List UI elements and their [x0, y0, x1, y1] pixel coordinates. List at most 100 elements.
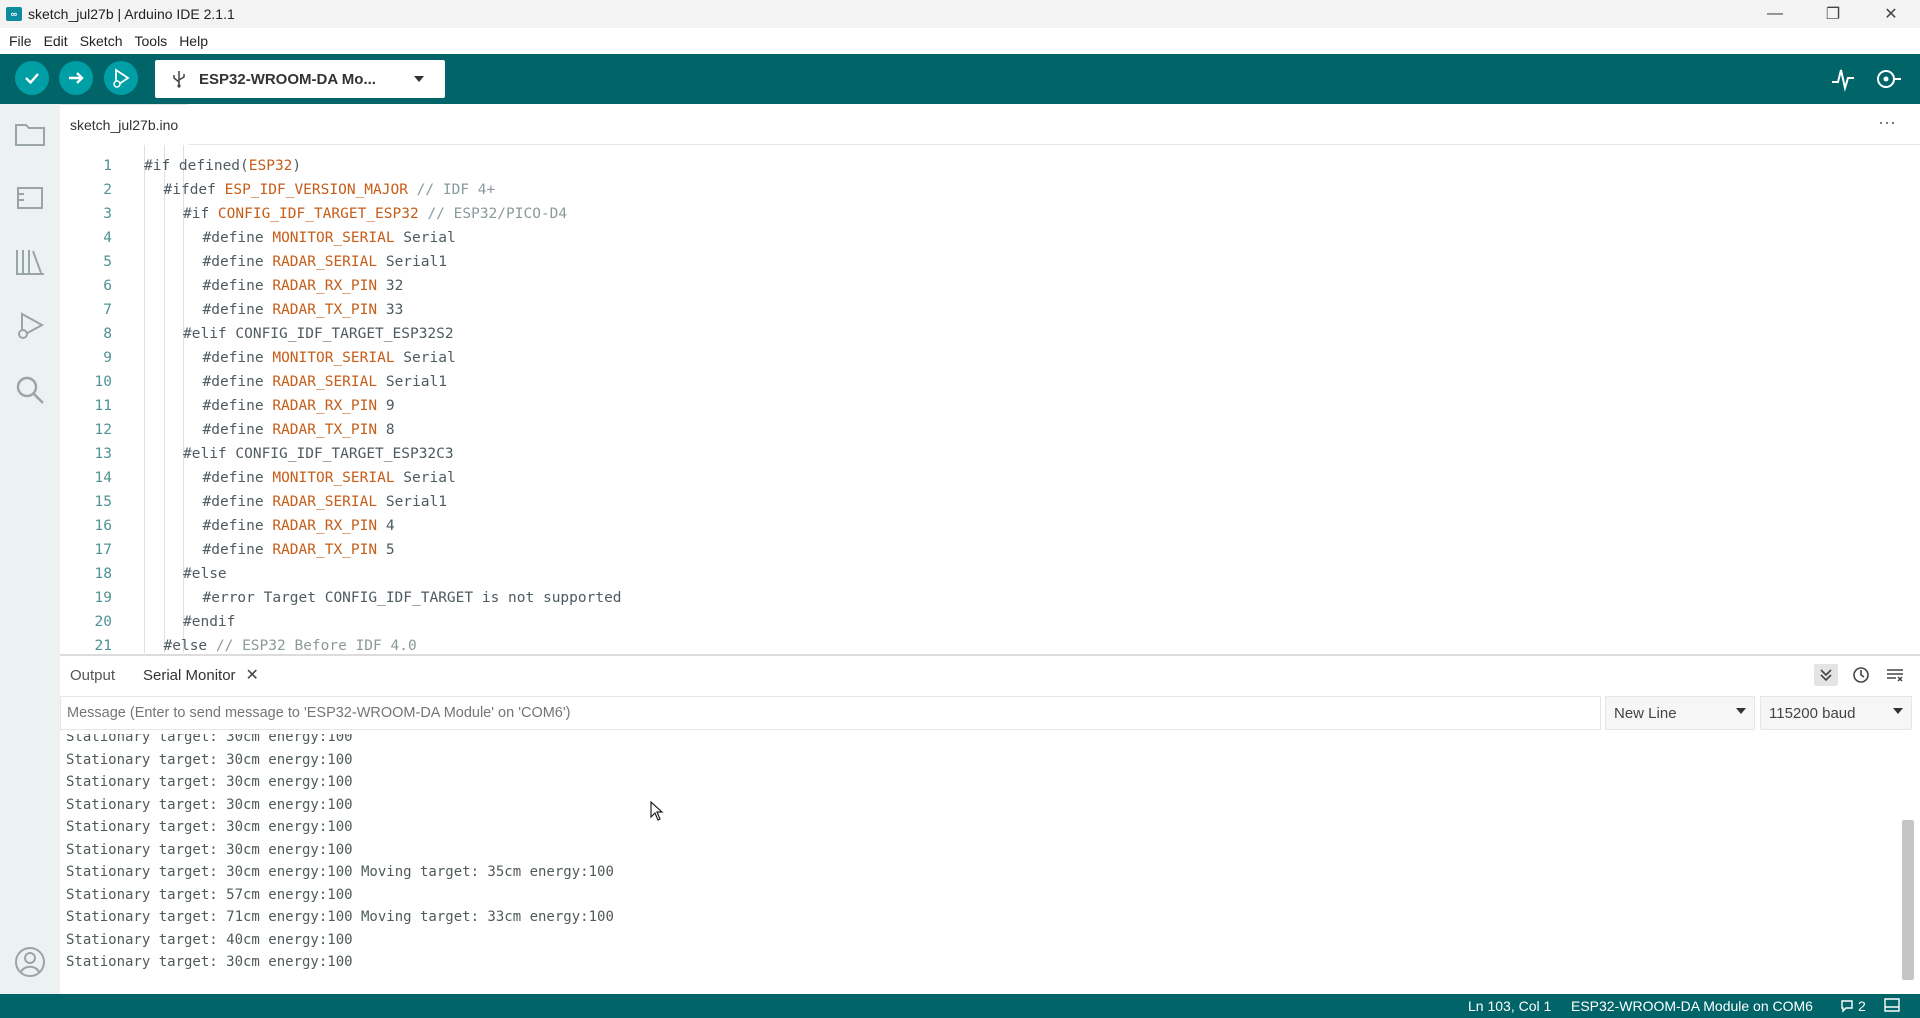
line-number: 1	[103, 158, 112, 174]
debug-icon	[113, 68, 130, 88]
upload-icon	[69, 72, 84, 84]
output-line: Stationary target: 71cm energy:100 Movin…	[66, 909, 614, 925]
serial-plotter-icon	[1832, 69, 1854, 92]
code-line[interactable]: 14 #define MONITOR_SERIAL Serial	[60, 466, 1860, 490]
code-text: #elif CONFIG_IDF_TARGET_ESP32C3	[183, 446, 454, 462]
search-button[interactable]	[12, 372, 48, 408]
code-text: #else	[183, 566, 227, 582]
code-line[interactable]: 16 #define RADAR_RX_PIN 4	[60, 514, 1860, 538]
code-line[interactable]: 15 #define RADAR_SERIAL Serial1	[60, 490, 1860, 514]
clock-icon	[1853, 667, 1869, 683]
menu-sketch[interactable]: Sketch	[80, 33, 123, 49]
editor-tab-bar: sketch_jul27b.ino ···	[60, 104, 1920, 145]
line-number: 16	[94, 518, 112, 534]
panel-layout-icon	[1884, 998, 1900, 1012]
upload-button[interactable]	[59, 61, 93, 95]
code-text: #ifdef ESP_IDF_VERSION_MAJOR // IDF 4+	[163, 182, 496, 198]
output-line: Stationary target: 57cm energy:100	[66, 886, 353, 903]
code-line[interactable]: 17 #define RADAR_TX_PIN 5	[60, 538, 1860, 562]
sketchbook-button[interactable]	[12, 116, 48, 152]
code-editor[interactable]: 1 #if defined(ESP32) 2 #ifdef ESP_IDF_VERSI…	[60, 145, 1920, 653]
code-line[interactable]: 1 #if defined(ESP32)	[60, 154, 1860, 178]
debug-sidebar-button[interactable]	[12, 308, 48, 344]
baud-rate-select[interactable]: 115200 baud	[1760, 696, 1912, 730]
toggle-panel-button[interactable]	[1884, 998, 1900, 1015]
tab-serial-monitor[interactable]: Serial Monitor ✕	[143, 656, 259, 694]
chevron-down-icon	[1736, 708, 1746, 714]
code-line[interactable]: 21 #else // ESP32 Before IDF 4.0	[60, 634, 1860, 653]
code-line[interactable]: 7 #define RADAR_TX_PIN 33	[60, 298, 1860, 322]
serial-plotter-button[interactable]	[1830, 66, 1856, 97]
serial-output[interactable]: Stationary target: 30cm energy:100 Statio…	[60, 734, 1920, 994]
output-line: Stationary target: 30cm energy:100	[66, 796, 353, 813]
debug-button[interactable]	[104, 61, 138, 95]
tab-serial-monitor-label: Serial Monitor	[143, 666, 236, 684]
code-line[interactable]: 3 #if CONFIG_IDF_TARGET_ESP32 // ESP32/PI…	[60, 202, 1860, 226]
verify-button[interactable]	[15, 61, 49, 95]
code-text: #define RADAR_SERIAL Serial1	[202, 374, 447, 390]
line-number: 11	[94, 398, 112, 414]
minimize-button[interactable]: —	[1746, 0, 1804, 28]
line-number: 17	[94, 542, 112, 558]
notifications-button[interactable]: 2	[1840, 998, 1866, 1014]
line-number: 2	[103, 182, 112, 198]
menu-edit[interactable]: Edit	[44, 33, 68, 49]
account-icon	[15, 947, 45, 977]
code-line[interactable]: 12 #define RADAR_TX_PIN 8	[60, 418, 1860, 442]
code-text: #if CONFIG_IDF_TARGET_ESP32 // ESP32/PIC…	[183, 206, 568, 222]
code-line[interactable]: 20 #endif	[60, 610, 1860, 634]
code-text: #define MONITOR_SERIAL Serial	[202, 470, 456, 486]
menu-tools[interactable]: Tools	[135, 33, 168, 49]
library-manager-button[interactable]	[12, 244, 48, 280]
code-line[interactable]: 10 #define RADAR_SERIAL Serial1	[60, 370, 1860, 394]
code-text: #if defined(ESP32)	[144, 158, 302, 174]
line-number: 3	[103, 206, 112, 222]
boards-manager-button[interactable]	[12, 180, 48, 216]
window-title: sketch_jul27b | Arduino IDE 2.1.1	[28, 6, 235, 22]
timestamp-toggle[interactable]	[1849, 664, 1873, 686]
code-line[interactable]: 6 #define RADAR_RX_PIN 32	[60, 274, 1860, 298]
code-line[interactable]: 11 #define RADAR_RX_PIN 9	[60, 394, 1860, 418]
code-line[interactable]: 4 #define MONITOR_SERIAL Serial	[60, 226, 1860, 250]
close-window-button[interactable]: ✕	[1862, 0, 1920, 28]
autoscroll-toggle[interactable]	[1814, 664, 1838, 686]
tab-sketch-file[interactable]: sketch_jul27b.ino	[60, 104, 189, 145]
output-line: Stationary target: 40cm energy:100	[66, 931, 353, 948]
menu-file[interactable]: File	[9, 33, 32, 49]
title-bar: ∞ sketch_jul27b | Arduino IDE 2.1.1 — ❐ …	[0, 0, 1920, 28]
restore-button[interactable]: ❐	[1804, 0, 1862, 28]
activity-sidebar	[0, 104, 60, 994]
close-icon[interactable]: ✕	[246, 665, 259, 685]
code-line[interactable]: 8 #elif CONFIG_IDF_TARGET_ESP32S2	[60, 322, 1860, 346]
line-number: 8	[103, 326, 112, 342]
tab-output-label: Output	[70, 666, 116, 684]
cursor-position[interactable]: Ln 103, Col 1	[1468, 998, 1551, 1014]
baud-rate-value: 115200 baud	[1769, 704, 1856, 722]
board-selector[interactable]: ESP32-WROOM-DA Mo...	[155, 60, 445, 98]
code-line[interactable]: 19 #error Target CONFIG_IDF_TARGET is not…	[60, 586, 1860, 610]
mouse-cursor-icon	[650, 800, 664, 826]
serial-message-row: New Line 115200 baud	[60, 694, 1920, 732]
account-button[interactable]	[12, 944, 48, 980]
code-line[interactable]: 13 #elif CONFIG_IDF_TARGET_ESP32C3	[60, 442, 1860, 466]
tab-output[interactable]: Output	[70, 656, 115, 694]
line-number: 12	[94, 422, 112, 438]
more-actions-icon[interactable]: ···	[1878, 112, 1896, 133]
menu-help[interactable]: Help	[179, 33, 208, 49]
code-line[interactable]: 5 #define RADAR_SERIAL Serial1	[60, 250, 1860, 274]
line-number: 5	[103, 254, 112, 270]
output-line: Stationary target: 30cm energy:100 Movin…	[66, 864, 614, 880]
output-line: Stationary target: 30cm energy:100	[66, 751, 353, 768]
code-text: #define RADAR_RX_PIN 32	[202, 278, 404, 294]
board-port-status[interactable]: ESP32-WROOM-DA Module on COM6	[1571, 998, 1813, 1014]
line-ending-select[interactable]: New Line	[1605, 696, 1755, 730]
clear-output-button[interactable]	[1883, 664, 1907, 686]
line-number: 9	[103, 350, 112, 366]
serial-message-input[interactable]	[60, 696, 1601, 730]
code-line[interactable]: 2 #ifdef ESP_IDF_VERSION_MAJOR // IDF 4+	[60, 178, 1860, 202]
code-text: #define MONITOR_SERIAL Serial	[202, 350, 456, 366]
output-scrollbar[interactable]	[1902, 820, 1914, 980]
serial-monitor-button[interactable]	[1874, 66, 1902, 97]
code-line[interactable]: 18 #else	[60, 562, 1860, 586]
code-line[interactable]: 9 #define MONITOR_SERIAL Serial	[60, 346, 1860, 370]
